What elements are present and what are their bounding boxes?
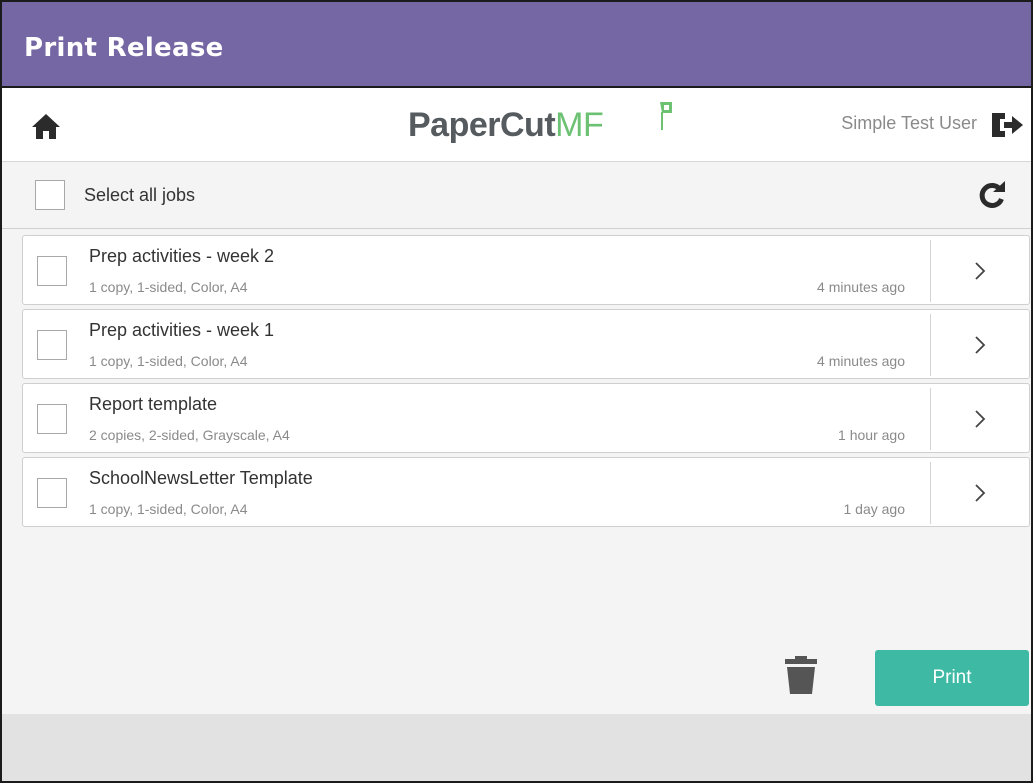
- job-name: Prep activities - week 1: [89, 320, 275, 340]
- job-row[interactable]: Prep activities - week 1 1 copy, 1-sided…: [22, 309, 1030, 379]
- job-details: 1 copy, 1-sided, Color, A4: [89, 279, 248, 295]
- leaf-icon: [660, 102, 672, 130]
- job-name: SchoolNewsLetter Template: [89, 468, 313, 488]
- chevron-right-icon: [975, 484, 986, 502]
- job-checkbox[interactable]: [37, 256, 67, 286]
- job-detail-button[interactable]: [930, 240, 1029, 302]
- job-time: 4 minutes ago: [817, 279, 905, 295]
- select-all-bar: Select all jobs: [2, 162, 1031, 229]
- job-detail-button[interactable]: [930, 314, 1029, 376]
- job-detail-button[interactable]: [930, 462, 1029, 524]
- delete-button[interactable]: [782, 655, 820, 695]
- chevron-right-icon: [975, 410, 986, 428]
- job-details: 1 copy, 1-sided, Color, A4: [89, 353, 248, 369]
- user-name: Simple Test User: [841, 113, 977, 133]
- job-detail-button[interactable]: [930, 388, 1029, 450]
- logo-text-main: PaperCut: [408, 106, 556, 144]
- logout-icon: [992, 113, 1023, 137]
- papercut-logo: PaperCut MF: [408, 102, 672, 146]
- job-details: 2 copies, 2-sided, Grayscale, A4: [89, 427, 290, 443]
- print-release-screen: Print Release PaperCut MF Simple Test Us…: [0, 0, 1033, 783]
- home-icon: [32, 114, 60, 139]
- job-details: 1 copy, 1-sided, Color, A4: [89, 501, 248, 517]
- job-checkbox[interactable]: [37, 478, 67, 508]
- title-bar: Print Release: [2, 2, 1031, 88]
- footer-bar: [2, 714, 1031, 781]
- logout-button[interactable]: [989, 108, 1025, 142]
- select-all-checkbox[interactable]: [35, 180, 65, 210]
- print-button[interactable]: Print: [875, 650, 1029, 706]
- job-list: Prep activities - week 2 1 copy, 1-sided…: [2, 229, 1031, 714]
- home-button[interactable]: [26, 106, 66, 146]
- job-name: Report template: [89, 394, 218, 414]
- job-checkbox[interactable]: [37, 330, 67, 360]
- job-time: 1 day ago: [843, 501, 906, 517]
- job-checkbox[interactable]: [37, 404, 67, 434]
- refresh-button[interactable]: [975, 178, 1009, 212]
- page-title: Print Release: [24, 33, 224, 63]
- job-row[interactable]: SchoolNewsLetter Template 1 copy, 1-side…: [22, 457, 1030, 527]
- chevron-right-icon: [975, 336, 986, 354]
- job-row[interactable]: Prep activities - week 2 1 copy, 1-sided…: [22, 235, 1030, 305]
- job-time: 1 hour ago: [838, 427, 905, 443]
- refresh-icon: [979, 181, 1005, 208]
- chevron-right-icon: [975, 262, 986, 280]
- trash-icon: [785, 656, 817, 694]
- select-all-label: Select all jobs: [84, 185, 196, 205]
- job-time: 4 minutes ago: [817, 353, 905, 369]
- job-name: Prep activities - week 2: [89, 246, 275, 266]
- logo-text-accent: MF: [555, 106, 604, 144]
- job-row[interactable]: Report template 2 copies, 2-sided, Grays…: [22, 383, 1030, 453]
- header-bar: PaperCut MF Simple Test User: [2, 88, 1031, 162]
